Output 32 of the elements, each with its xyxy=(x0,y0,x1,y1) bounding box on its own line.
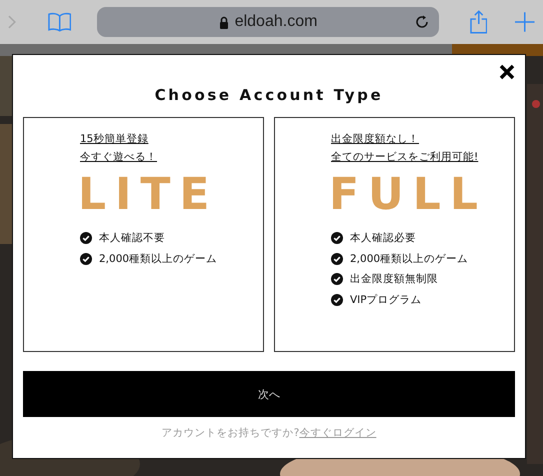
share-icon[interactable] xyxy=(470,10,488,34)
feature-text: VIPプログラム xyxy=(350,292,422,307)
plan-tagline: 今すぐ遊べる！ xyxy=(80,150,157,165)
feature-text: 出金限度額無制限 xyxy=(350,272,438,286)
check-circle-icon xyxy=(331,273,343,286)
plan-tagline: 15秒簡単登録 xyxy=(80,132,148,147)
feature-text: 2,000種類以上のゲーム xyxy=(99,252,218,266)
login-prompt: アカウントをお持ちですか? xyxy=(162,427,300,439)
check-circle-icon xyxy=(331,294,343,306)
book-icon[interactable] xyxy=(48,12,72,32)
plan-name: LITE xyxy=(78,170,218,220)
next-button[interactable]: 次へ xyxy=(23,371,515,417)
plan-name: FULL xyxy=(329,170,487,220)
plan-card[interactable]: 15秒簡単登録 今すぐ遊べる！ LITE 本人確認不要 2,000種類以上のゲーム xyxy=(23,117,264,352)
plan-tagline: 全てのサービスをご利用可能! xyxy=(331,150,478,165)
check-circle-icon xyxy=(331,232,343,244)
check-circle-icon xyxy=(80,232,92,244)
check-circle-icon xyxy=(331,252,343,265)
plus-icon[interactable] xyxy=(515,12,536,32)
lock-icon xyxy=(218,16,229,28)
check-circle-icon xyxy=(80,252,92,265)
address-bar[interactable]: eldoah.com xyxy=(97,7,439,37)
feature-text: 2,000種類以上のゲーム xyxy=(350,252,468,266)
feature-text: 本人確認必要 xyxy=(350,231,416,246)
url-text: eldoah.com xyxy=(234,13,318,31)
plan-tagline: 出金限度額なし！ xyxy=(331,132,419,147)
reload-icon[interactable] xyxy=(414,15,429,29)
feature-text: 本人確認不要 xyxy=(99,231,165,246)
plan-card[interactable]: 出金限度額なし！ 全てのサービスをご利用可能! FULL 本人確認必要 2,000種類以上のゲーム 出金限度額無制限 VIPプログラム xyxy=(274,117,515,352)
forward-icon[interactable] xyxy=(8,15,16,29)
dialog-title: Choose Account Type xyxy=(154,86,384,104)
close-button[interactable] xyxy=(499,64,515,80)
